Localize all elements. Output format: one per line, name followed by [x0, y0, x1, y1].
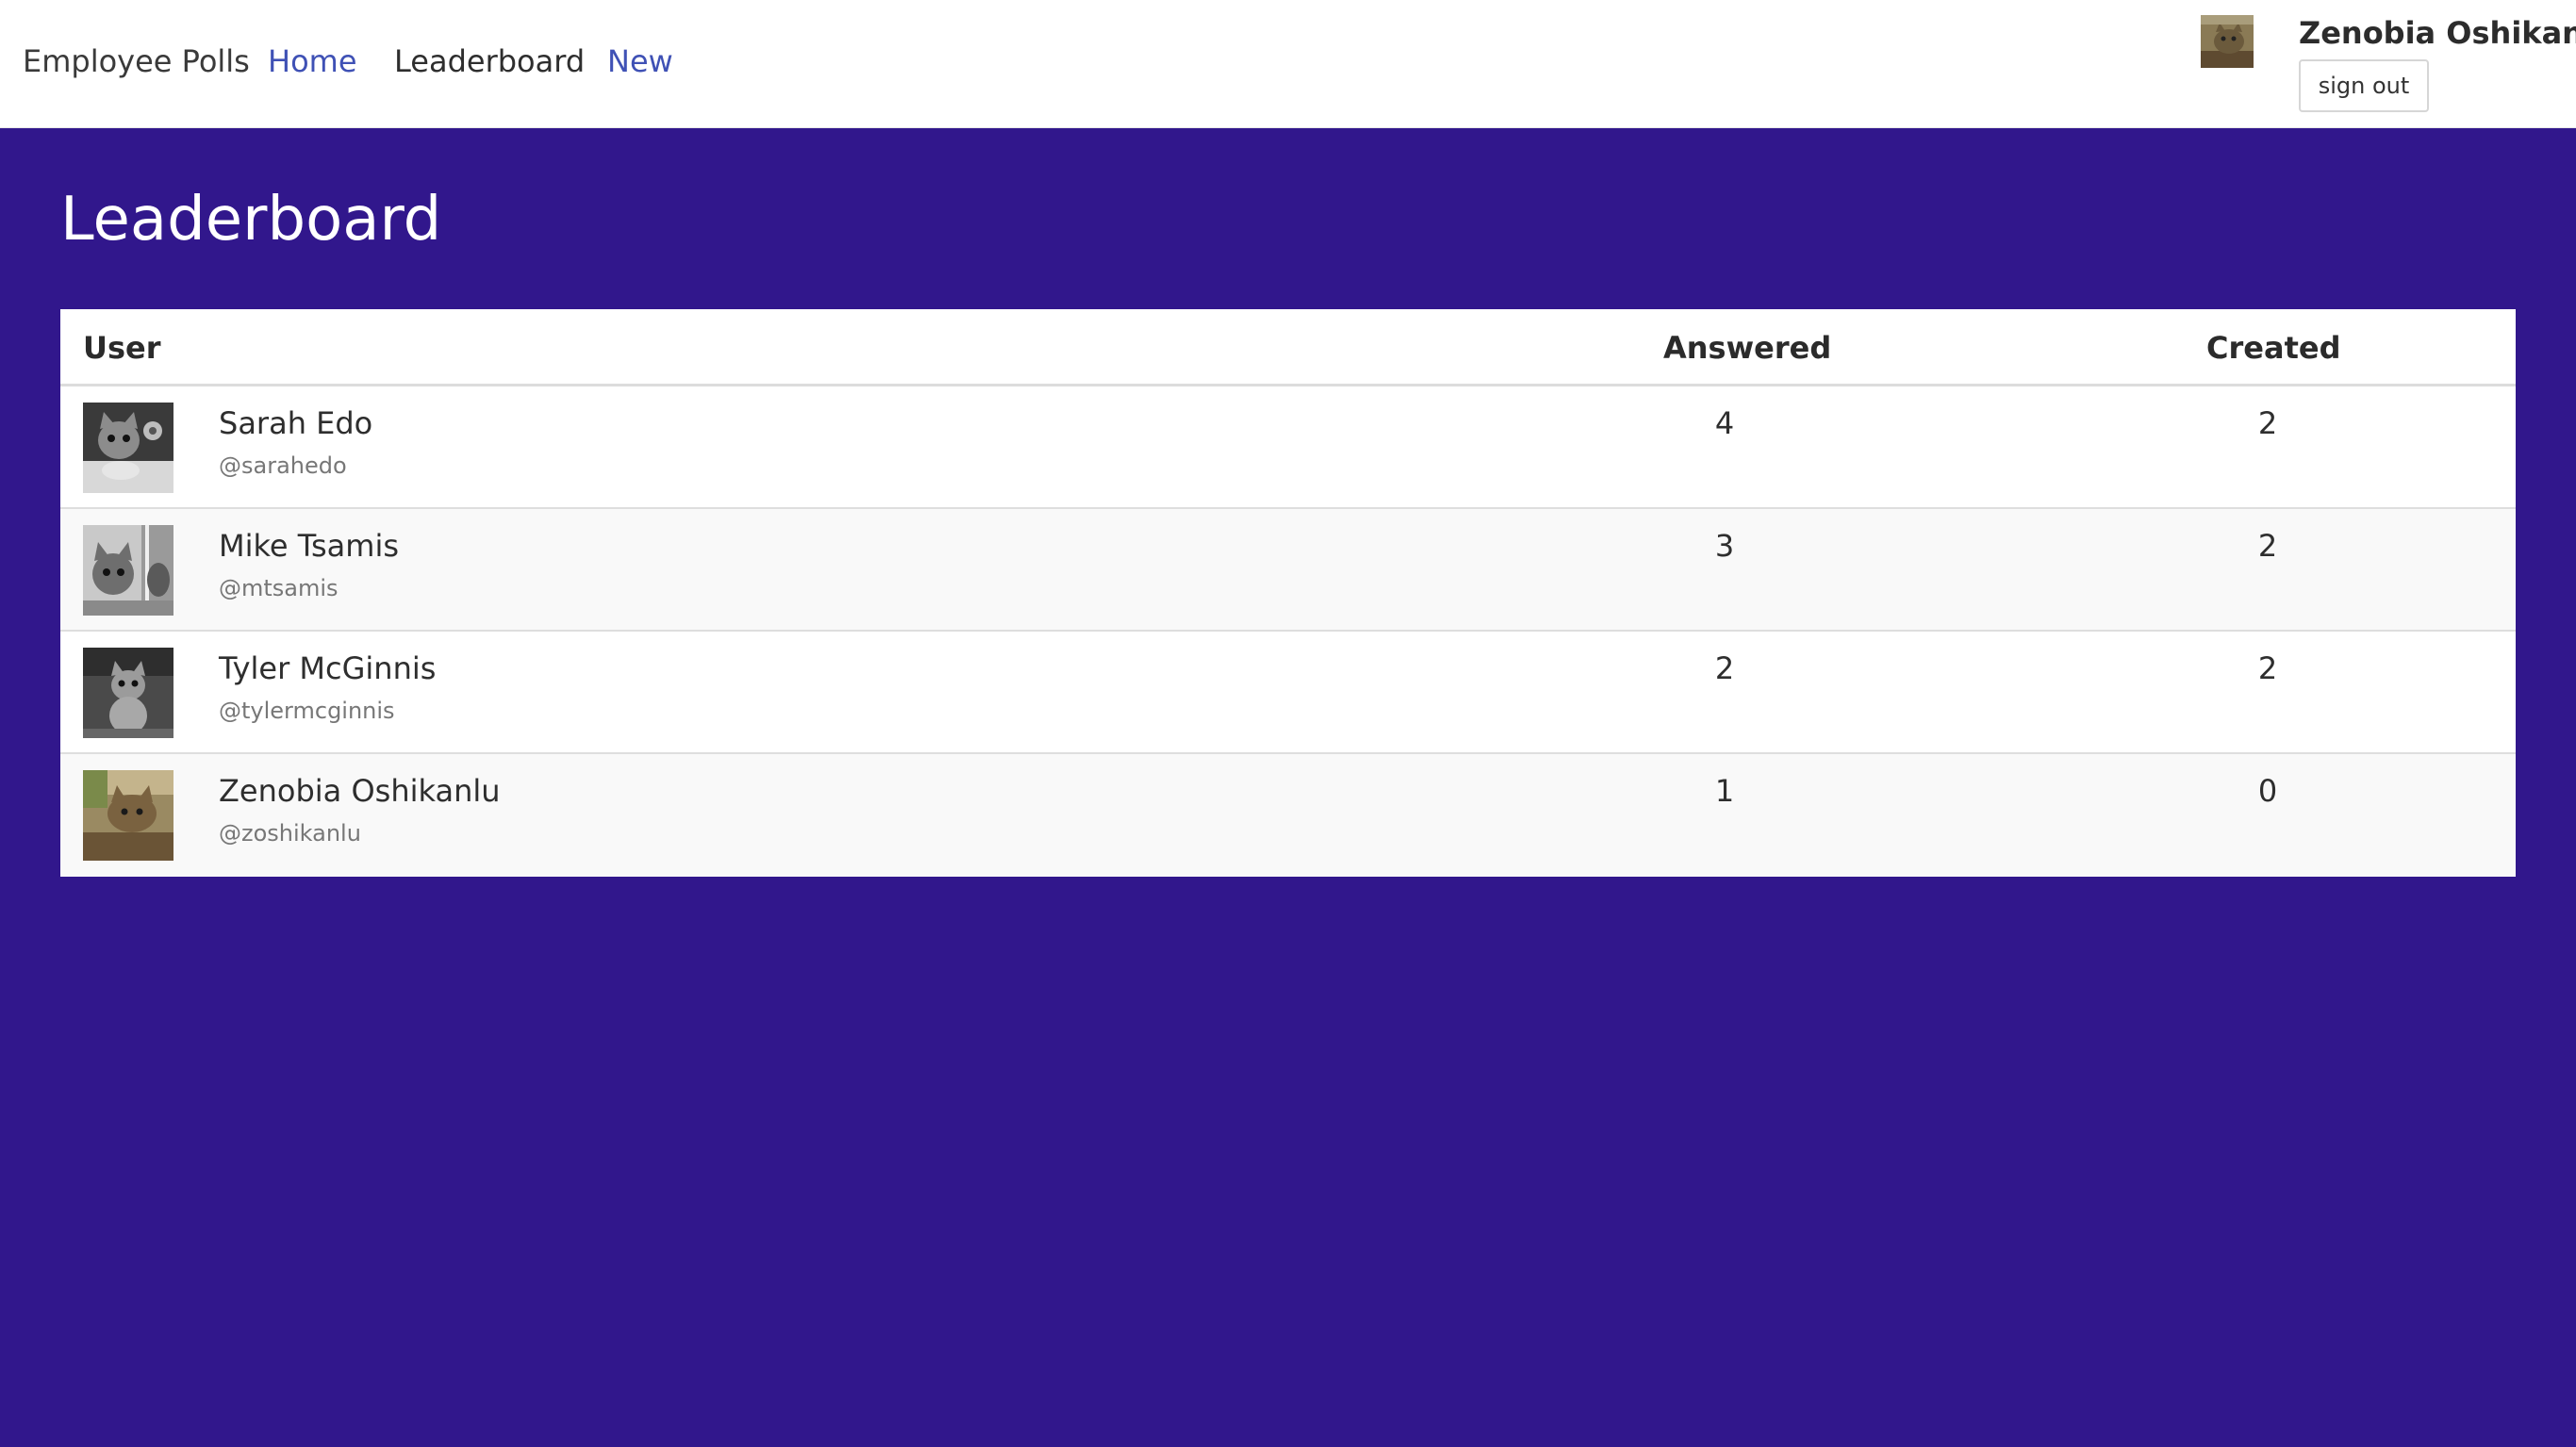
cat-avatar-icon: [83, 648, 173, 738]
answered-count: 4: [1714, 405, 1735, 441]
user-avatar: [83, 648, 173, 738]
answered-count: 2: [1714, 650, 1735, 686]
nav-home-link[interactable]: Home: [268, 43, 357, 79]
user-name: Mike Tsamis: [219, 528, 400, 564]
user-avatar: [83, 403, 173, 493]
page-title: Leaderboard: [60, 185, 442, 255]
nav-leaderboard-link[interactable]: Leaderboard: [394, 43, 585, 79]
table-row: Sarah Edo @sarahedo 4 2: [60, 386, 2516, 509]
cat-avatar-icon: [83, 770, 173, 861]
answered-count: 3: [1714, 528, 1735, 564]
cat-avatar-icon: [83, 525, 173, 616]
created-count: 2: [2257, 405, 2278, 441]
user-name: Sarah Edo: [219, 405, 373, 441]
cat-avatar-icon: [83, 403, 173, 493]
user-handle: @mtsamis: [219, 575, 339, 601]
sign-out-button[interactable]: sign out: [2299, 59, 2429, 112]
user-avatar: [83, 770, 173, 861]
created-count: 2: [2257, 650, 2278, 686]
column-header-created: Created: [2206, 330, 2341, 366]
current-user-name: Zenobia Oshikanlu: [2299, 15, 2576, 51]
current-user-avatar: [2201, 15, 2254, 68]
user-handle: @tylermcginnis: [219, 698, 395, 724]
user-handle: @zoshikanlu: [219, 820, 361, 847]
top-navbar: Employee Polls Home Leaderboard New Zeno…: [0, 0, 2576, 128]
table-row: Tyler McGinnis @tylermcginnis 2 2: [60, 632, 2516, 754]
created-count: 2: [2257, 528, 2278, 564]
created-count: 0: [2257, 773, 2278, 809]
brand-title: Employee Polls: [23, 43, 250, 79]
column-header-answered: Answered: [1663, 330, 1832, 366]
table-row: Zenobia Oshikanlu @zoshikanlu 1 0: [60, 754, 2516, 877]
nav-new-link[interactable]: New: [607, 43, 673, 79]
user-handle: @sarahedo: [219, 452, 347, 479]
table-row: Mike Tsamis @mtsamis 3 2: [60, 509, 2516, 632]
answered-count: 1: [1714, 773, 1735, 809]
cat-avatar-icon: [2201, 15, 2254, 68]
table-header-row: User Answered Created: [60, 309, 2516, 386]
user-name: Tyler McGinnis: [219, 650, 437, 686]
leaderboard-table: User Answered Created Sarah Edo @sarahed…: [60, 309, 2516, 877]
user-avatar: [83, 525, 173, 616]
user-name: Zenobia Oshikanlu: [219, 773, 501, 809]
column-header-user: User: [83, 330, 161, 366]
